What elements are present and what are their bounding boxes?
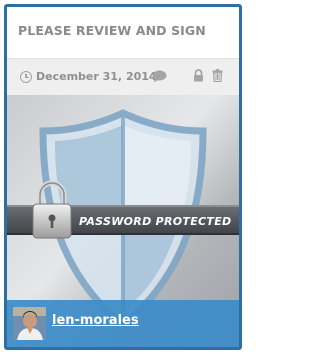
document-title[interactable]: PLEASE REVIEW AND SIGN [18, 23, 206, 38]
document-meta-bar: December 31, 2014 [7, 58, 239, 95]
trash-icon[interactable] [212, 69, 223, 82]
avatar[interactable] [13, 307, 46, 340]
comment-icon[interactable] [152, 70, 167, 83]
document-date: December 31, 2014 [36, 70, 157, 83]
username-link[interactable]: len-morales [52, 313, 139, 328]
password-protected-label: PASSWORD PROTECTED [79, 215, 231, 228]
card-header: PLEASE REVIEW AND SIGN [7, 7, 239, 57]
document-card[interactable]: PLEASE REVIEW AND SIGN December 31, 2014 [4, 4, 242, 350]
clock-icon [20, 71, 32, 83]
lock-icon[interactable] [193, 69, 204, 82]
user-bar: len-morales [7, 300, 239, 347]
